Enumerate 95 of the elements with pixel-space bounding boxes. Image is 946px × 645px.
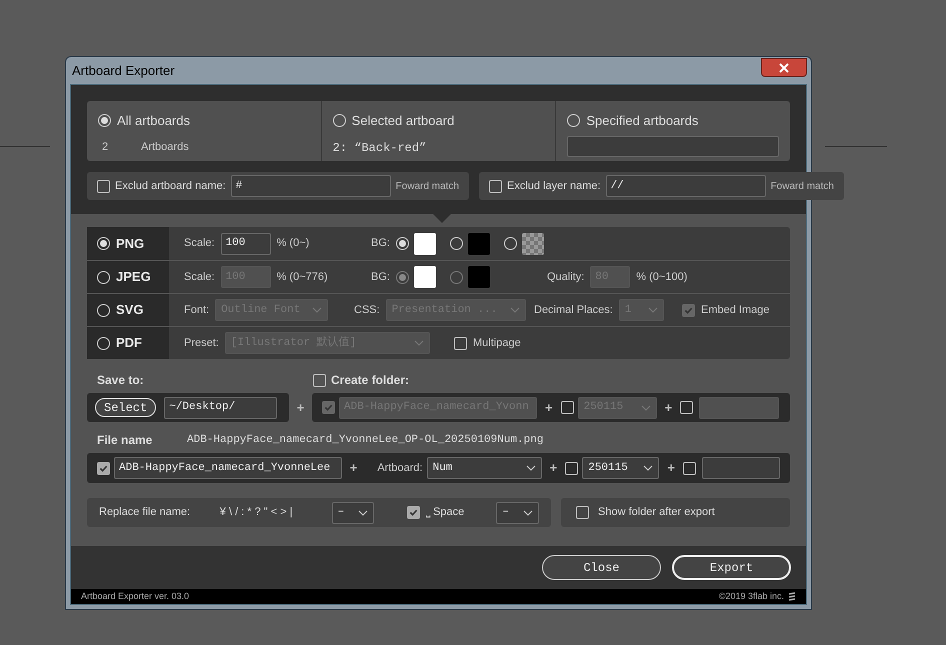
plus-sign: + xyxy=(348,459,358,478)
plus-sign: + xyxy=(296,398,306,417)
checkbox[interactable] xyxy=(97,462,110,474)
field-label: Quality: xyxy=(547,270,584,285)
checkbox[interactable] xyxy=(576,506,589,519)
color-swatch[interactable] xyxy=(414,232,436,254)
select-button[interactable]: Select xyxy=(95,398,156,417)
field-label: BG: xyxy=(371,270,390,285)
chevron-down-icon xyxy=(640,404,651,410)
input-field[interactable]: ~/Desktop/ xyxy=(164,396,278,418)
input-field[interactable]: ADB-HappyFace_namecard_YvonneLee xyxy=(114,457,342,479)
input-field[interactable] xyxy=(567,136,780,156)
chevron-down-icon xyxy=(312,307,322,313)
radio-label: Specified artboards xyxy=(586,112,698,130)
radio-label: Selected artboard xyxy=(352,112,454,130)
range-hint: % (0~) xyxy=(276,236,310,252)
plus-sign: + xyxy=(544,398,554,417)
dropdown[interactable]: 250115 xyxy=(582,457,660,479)
checkbox-label: Multipage xyxy=(473,336,521,351)
checkbox[interactable] xyxy=(454,336,467,350)
plus-sign: + xyxy=(548,459,558,478)
field-label: CSS: xyxy=(354,302,380,318)
section-label: Create folder: xyxy=(331,372,410,389)
field-label: BG: xyxy=(371,236,390,252)
field-label: Artboard: xyxy=(377,460,423,476)
field-label: Scale: xyxy=(184,270,215,285)
file-name-preview: ADB-HappyFace_namecard_YvonneLee_OP-OL_20250109Num.png xyxy=(187,432,544,448)
version-text: Artboard Exporter ver. 03.0 xyxy=(81,590,190,603)
radio-button[interactable] xyxy=(504,237,517,250)
checkbox[interactable] xyxy=(313,374,326,386)
copyright-text: ©2019 3flab inc. xyxy=(718,590,784,603)
range-hint: % (0~776) xyxy=(276,270,328,285)
match-hint: Foward match xyxy=(396,180,460,194)
dropdown[interactable]: – xyxy=(496,502,539,524)
radio-button[interactable] xyxy=(332,114,346,128)
invalid-characters: ¥ \ / : * ? " < > | xyxy=(220,505,294,520)
field-label: Preset: xyxy=(184,336,219,351)
radio-button[interactable] xyxy=(98,114,111,128)
checkbox-label: ⎵ Space xyxy=(426,505,466,520)
field-label: Decimal Places: xyxy=(534,302,613,318)
radio-button[interactable] xyxy=(567,114,580,128)
input-field[interactable]: # xyxy=(230,175,391,197)
chevron-down-icon xyxy=(526,465,536,471)
checkbox[interactable] xyxy=(489,180,502,192)
chevron-down-icon xyxy=(523,510,533,516)
close-icon xyxy=(779,62,789,72)
export-button[interactable]: Export xyxy=(672,555,791,580)
chevron-down-icon xyxy=(414,340,424,346)
selected-artboard-name: 2: “Back-red” xyxy=(332,140,428,156)
chevron-down-icon xyxy=(510,307,520,313)
artboard-count: 2 xyxy=(101,140,110,154)
checkbox-label: Exclud artboard name: xyxy=(115,178,226,194)
match-hint: Foward match xyxy=(770,180,834,194)
radio-button[interactable] xyxy=(450,237,463,250)
chevron-down-icon xyxy=(648,307,658,313)
section-label: Save to: xyxy=(96,372,145,389)
input-field[interactable]: 100 xyxy=(220,232,271,254)
format-label: PDF xyxy=(116,334,142,352)
format-label: SVG xyxy=(116,301,144,320)
plus-sign: + xyxy=(666,459,676,478)
checkerboard-swatch[interactable] xyxy=(522,232,544,254)
format-label: PNG xyxy=(116,234,144,253)
dropdown[interactable]: – xyxy=(332,502,374,524)
range-hint: % (0~100) xyxy=(636,270,688,285)
color-swatch[interactable] xyxy=(468,232,490,254)
field-label: Scale: xyxy=(184,236,215,252)
count-unit: Artboards xyxy=(141,140,189,154)
checkbox[interactable] xyxy=(97,180,110,192)
plus-sign: + xyxy=(664,398,674,417)
window-title: Artboard Exporter xyxy=(71,62,175,80)
radio-button[interactable] xyxy=(97,304,110,316)
field-label: Font: xyxy=(184,302,210,318)
checkbox[interactable] xyxy=(682,462,696,474)
close-dialog-button[interactable]: Close xyxy=(542,555,661,580)
radio-button[interactable] xyxy=(396,237,409,250)
input-field[interactable] xyxy=(699,396,780,418)
radio-label: All artboards xyxy=(117,112,190,130)
checkbox-label: Exclud layer name: xyxy=(507,178,601,194)
input-field[interactable] xyxy=(702,457,780,479)
checkbox[interactable] xyxy=(565,462,578,474)
chevron-down-icon xyxy=(358,510,368,516)
close-button[interactable] xyxy=(761,58,807,77)
field-label: Replace file name: xyxy=(99,505,192,520)
checkbox[interactable] xyxy=(407,506,420,519)
dropdown[interactable]: Num xyxy=(426,457,542,479)
checkbox-label: Embed Image xyxy=(701,302,770,318)
radio-button[interactable] xyxy=(97,270,110,284)
checkbox-label: Show folder after export xyxy=(598,505,715,520)
chevron-down-icon xyxy=(643,465,654,471)
format-label: JPEG xyxy=(116,268,151,286)
logo-icon xyxy=(788,592,796,601)
section-label: File name xyxy=(96,432,154,449)
input-field[interactable]: // xyxy=(606,175,766,197)
radio-button[interactable] xyxy=(97,237,110,250)
radio-button[interactable] xyxy=(97,336,110,350)
